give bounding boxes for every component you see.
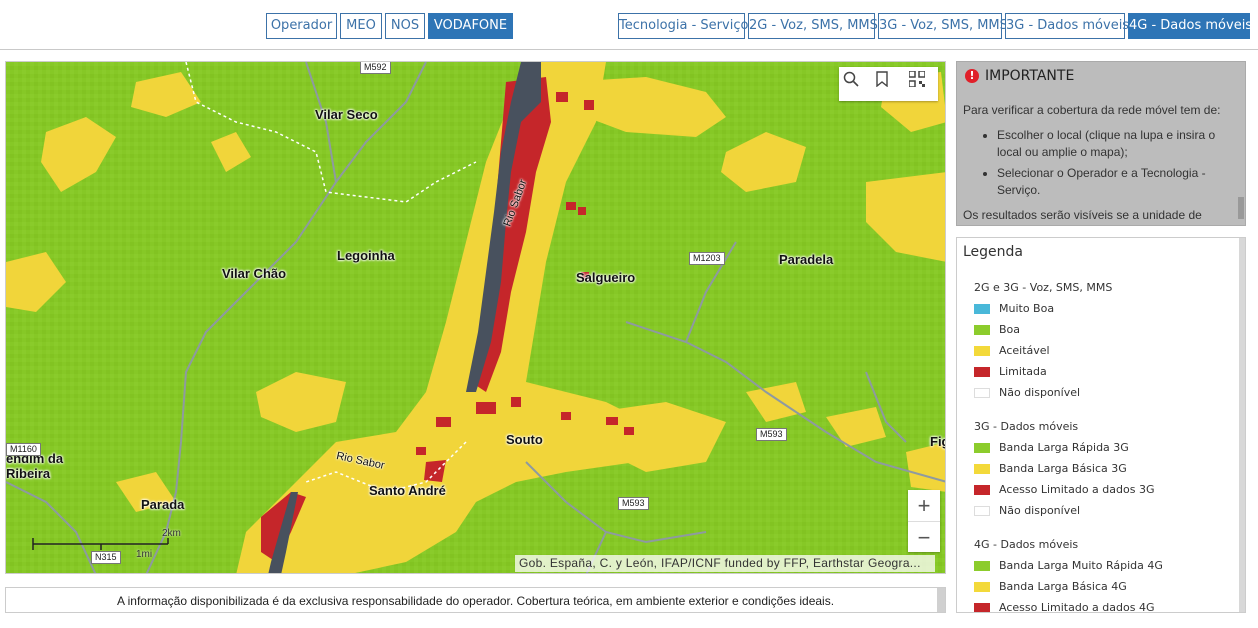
- search-icon[interactable]: [843, 71, 869, 97]
- legend-item: Acesso Limitado a dados 4G: [974, 601, 1154, 612]
- place-label: Salgueiro: [576, 270, 636, 285]
- map-toolbox: [839, 67, 938, 101]
- place-label: Souto: [506, 432, 543, 447]
- operator-vodafone-button[interactable]: VODAFONE: [428, 13, 513, 39]
- legend-item: Banda Larga Muito Rápida 4G: [974, 559, 1163, 572]
- legend-item: Banda Larga Básica 4G: [974, 580, 1127, 593]
- coverage-map[interactable]: Vilar Seco Legoinha Vilar Chão Salgueiro…: [5, 61, 946, 574]
- legend-section-title: 3G - Dados móveis: [974, 420, 1079, 433]
- legend-item: Não disponível: [974, 504, 1080, 517]
- qr-code-icon[interactable]: [909, 71, 935, 97]
- place-label: Ribeira: [6, 466, 51, 481]
- scrollbar[interactable]: [1238, 197, 1244, 219]
- tech-2g-voice-button[interactable]: 2G - Voz, SMS, MMS: [748, 13, 878, 39]
- road-shield: N315: [91, 551, 121, 564]
- map-attribution: Gob. España, C. y León, IFAP/ICNF funded…: [515, 555, 935, 572]
- place-label: Paradela: [779, 252, 834, 267]
- legend-item: Banda Larga Básica 3G: [974, 462, 1127, 475]
- road-shield: M593: [756, 428, 787, 441]
- zoom-out-button[interactable]: −: [908, 522, 940, 553]
- scrollbar[interactable]: [1239, 238, 1245, 612]
- place-label: Fig: [930, 434, 945, 449]
- road-shield: M1203: [689, 252, 725, 265]
- important-footer: Os resultados serão visíveis se a unidad…: [963, 208, 1202, 222]
- road-shield: M1160: [6, 443, 41, 456]
- zoom-control: + −: [908, 490, 940, 552]
- legend-panel: Legenda 2G e 3G - Voz, SMS, MMS Muito Bo…: [956, 237, 1246, 613]
- important-body: Para verificar a cobertura da rede móvel…: [963, 102, 1238, 224]
- legend-item: Muito Boa: [974, 302, 1054, 315]
- operator-header-button[interactable]: Operador: [266, 13, 337, 39]
- important-title-text: IMPORTANTE: [985, 68, 1075, 84]
- place-label: Parada: [141, 497, 185, 512]
- zoom-in-button[interactable]: +: [908, 490, 940, 522]
- road-shield: M593: [618, 497, 649, 510]
- place-label: Legoinha: [337, 248, 395, 263]
- technology-header-button[interactable]: Tecnologia - Serviço: [618, 13, 748, 39]
- place-label: Vilar Seco: [315, 107, 378, 122]
- place-label: Vilar Chão: [222, 266, 287, 281]
- place-label: Santo André: [369, 483, 446, 498]
- tech-4g-data-button[interactable]: 4G - Dados móveis: [1128, 13, 1252, 39]
- disclaimer-text: A informação disponibilizada é da exclus…: [116, 594, 835, 608]
- legend-item: Acesso Limitado a dados 3G: [974, 483, 1154, 496]
- legend-item: Banda Larga Rápida 3G: [974, 441, 1129, 454]
- legend-item: Não disponível: [974, 386, 1080, 399]
- scrollbar[interactable]: [937, 588, 945, 612]
- important-intro: Para verificar a cobertura da rede móvel…: [963, 103, 1221, 117]
- operator-nos-button[interactable]: NOS: [385, 13, 425, 39]
- scale-mi-label: 1mi: [136, 549, 153, 560]
- scale-km-label: 2km: [162, 528, 181, 539]
- operator-meo-button[interactable]: MEO: [340, 13, 382, 39]
- tech-3g-data-button[interactable]: 3G - Dados móveis: [1005, 13, 1129, 39]
- legend-item: Limitada: [974, 365, 1047, 378]
- header-divider: [0, 49, 1258, 50]
- important-step: Selecionar o Operador e a Tecnologia - S…: [997, 165, 1238, 199]
- disclaimer-bar: A informação disponibilizada é da exclus…: [5, 587, 946, 613]
- alert-icon: !: [965, 69, 979, 83]
- bookmark-icon[interactable]: [876, 71, 902, 97]
- important-steps: Escolher o local (clique na lupa e insir…: [963, 127, 1238, 199]
- legend-section-title: 4G - Dados móveis: [974, 538, 1079, 551]
- important-title: ! IMPORTANTE: [965, 68, 1074, 84]
- important-panel: ! IMPORTANTE Para verificar a cobertura …: [956, 61, 1246, 226]
- legend-item: Aceitável: [974, 344, 1050, 357]
- legend-item: Boa: [974, 323, 1020, 336]
- road-shield: M592: [360, 62, 391, 74]
- legend-title: Legenda: [963, 244, 1024, 260]
- important-step: Escolher o local (clique na lupa e insir…: [997, 127, 1238, 161]
- tech-3g-voice-button[interactable]: 3G - Voz, SMS, MMS: [878, 13, 1008, 39]
- legend-section-title: 2G e 3G - Voz, SMS, MMS: [974, 281, 1113, 294]
